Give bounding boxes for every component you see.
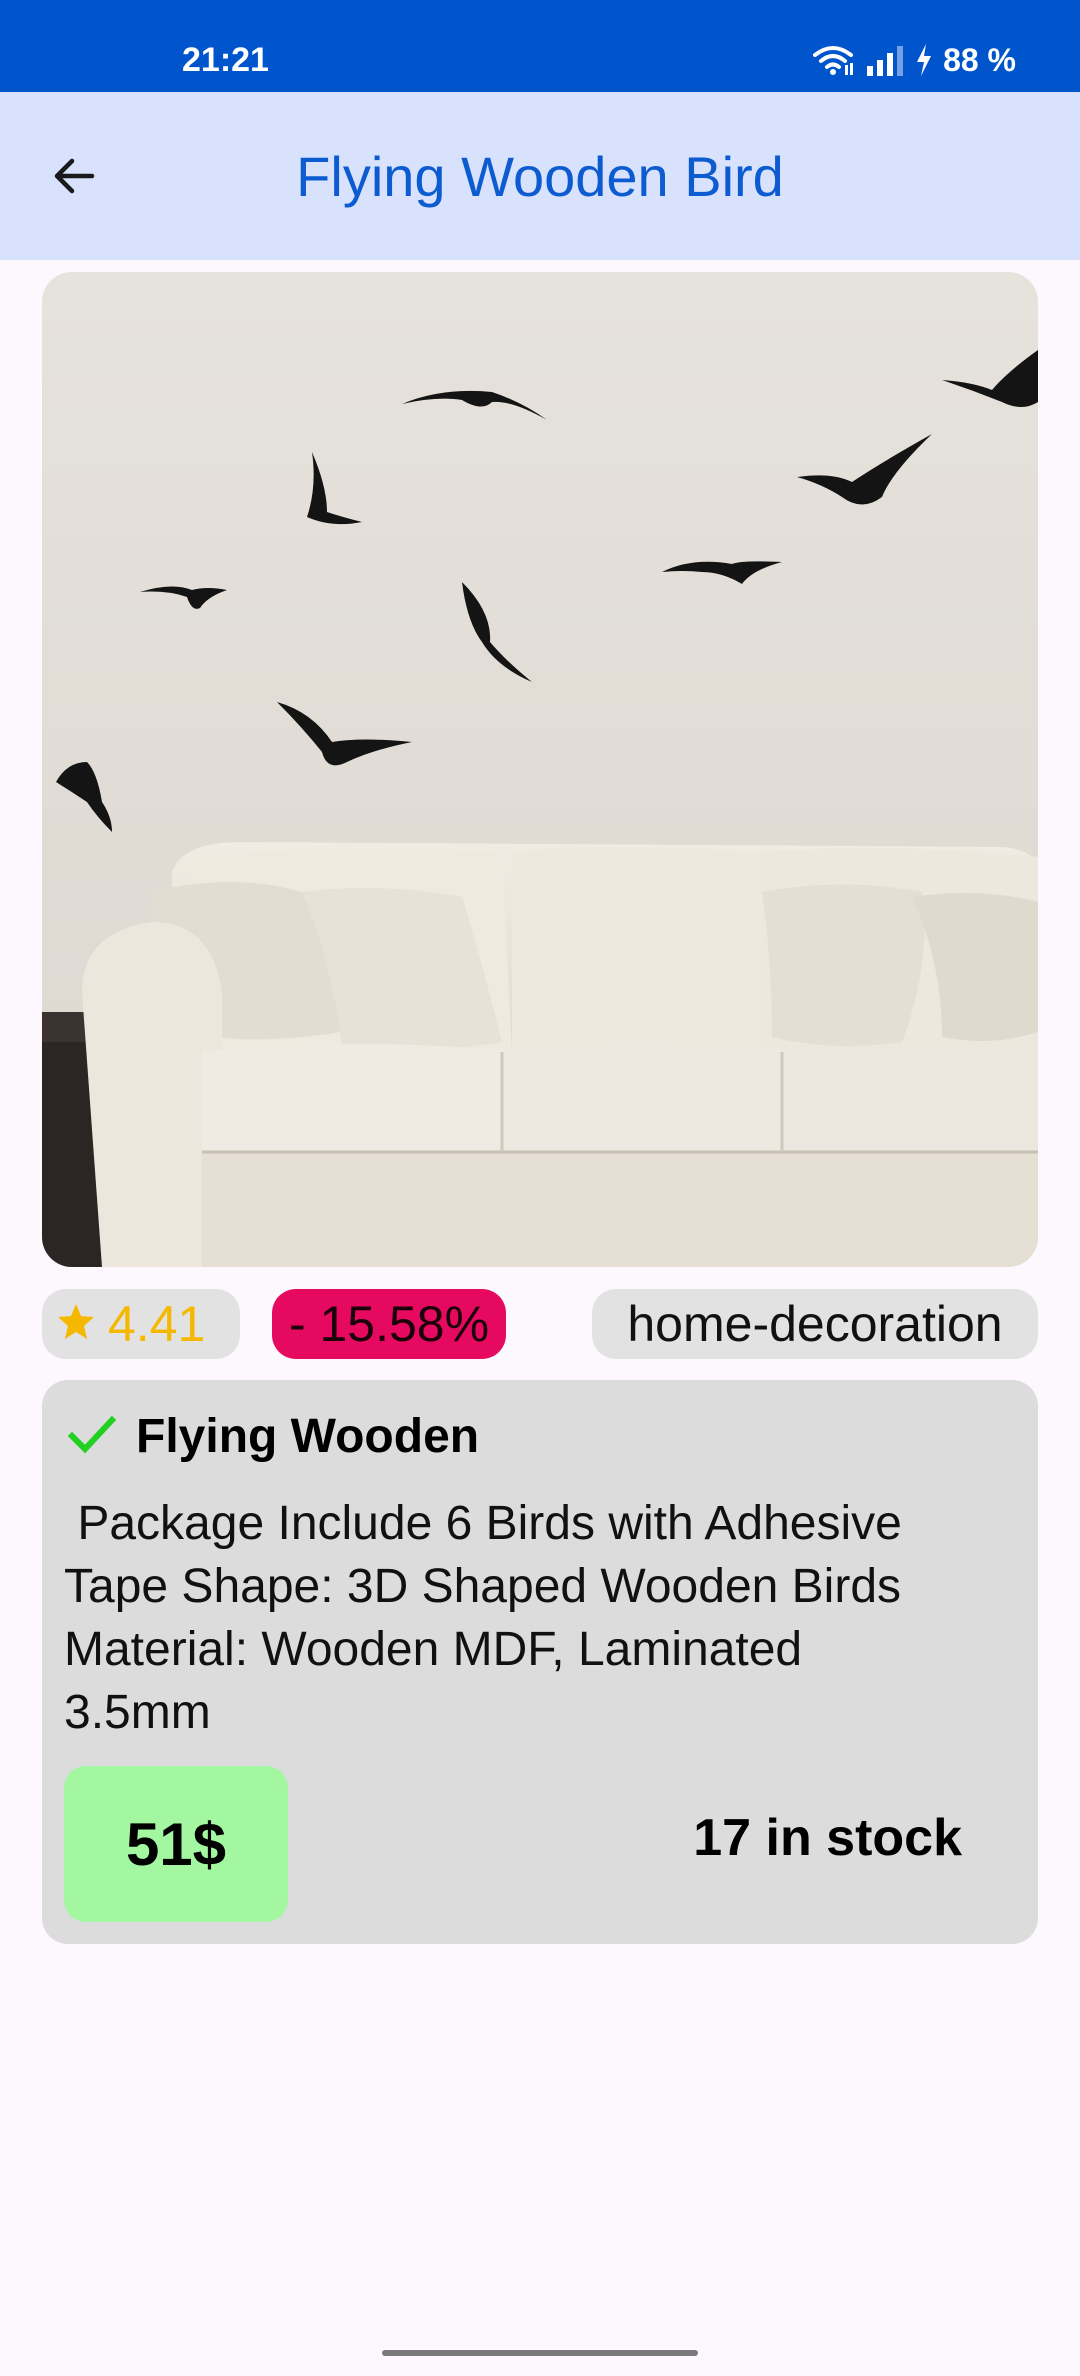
price-badge: 51$ xyxy=(64,1766,288,1922)
product-description: Package Include 6 Birds with Adhesive Ta… xyxy=(64,1497,902,1739)
page-title: Flying Wooden Bird xyxy=(296,144,784,208)
star-icon xyxy=(56,1295,96,1353)
app-bar: Flying Wooden Bird xyxy=(0,92,1080,260)
signal-icon xyxy=(865,44,905,76)
wifi-icon xyxy=(811,43,855,77)
rating-chip: 4.41 xyxy=(42,1289,240,1359)
checkmark-icon xyxy=(66,1412,118,1461)
stock-count: 17 in stock xyxy=(693,1809,962,1867)
charging-icon xyxy=(915,43,933,77)
product-info-card: Flying Wooden Package Include 6 Birds wi… xyxy=(42,1380,1038,1944)
back-button[interactable] xyxy=(34,138,114,218)
arrow-back-icon xyxy=(50,152,98,205)
battery-percent: 88 % xyxy=(943,41,1016,78)
home-indicator[interactable] xyxy=(382,2350,698,2356)
product-header: Flying Wooden xyxy=(66,1404,479,1468)
rating-value: 4.41 xyxy=(108,1296,206,1352)
category-chip: home-decoration xyxy=(592,1289,1038,1359)
product-name: Flying Wooden xyxy=(136,1409,480,1463)
status-time: 21:21 xyxy=(182,41,269,79)
status-icons: 88 % xyxy=(811,40,1016,80)
status-bar: 21:21 88 % xyxy=(0,0,1080,92)
product-image xyxy=(42,272,1038,1267)
discount-chip: - 15.58% xyxy=(272,1289,506,1359)
